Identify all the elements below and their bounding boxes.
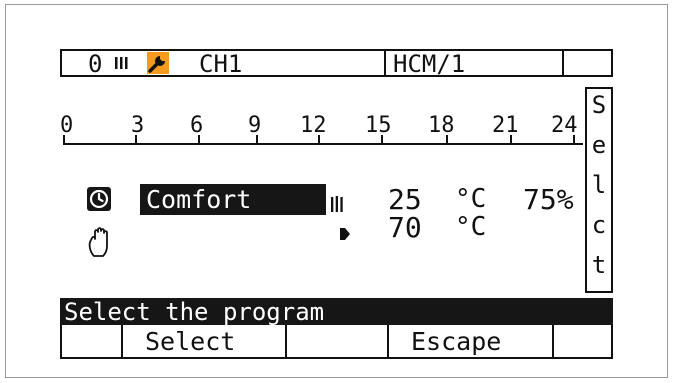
flow-arrow-icon <box>340 228 350 240</box>
wrench-icon <box>147 52 169 74</box>
scale-tick <box>381 135 383 144</box>
softkey-select-label: Select <box>145 327 236 356</box>
softkey-divider <box>552 325 554 359</box>
flow-temperature: 70 <box>388 211 422 244</box>
scale-tick <box>318 135 320 144</box>
scale-tick-label: 21 <box>492 113 519 138</box>
side-select-button[interactable]: S e l c t <box>585 87 613 293</box>
softkey-escape-button[interactable]: Escape <box>389 325 552 357</box>
scale-tick-label: 9 <box>248 113 262 138</box>
manual-hand-icon <box>88 227 108 257</box>
side-select-letter: t <box>591 251 607 279</box>
scale-tick-label: 6 <box>190 113 204 138</box>
header-divider <box>562 51 564 75</box>
radiator-icon <box>115 57 128 69</box>
room-temperature: 25 <box>388 183 422 216</box>
channel-label: CH1 <box>199 50 243 78</box>
header-divider <box>384 51 386 75</box>
scale-tick <box>573 135 575 144</box>
softkey-select-button[interactable]: Select <box>123 325 285 357</box>
scale-tick-label: 18 <box>428 113 455 138</box>
scale-tick <box>198 135 200 144</box>
side-select-letter: S <box>591 91 607 119</box>
side-select-letter: e <box>591 131 607 159</box>
lcd-screen: 0 CH1 HCM/1 0 3 6 9 12 15 18 21 24 S e l… <box>60 49 613 359</box>
mode-code: 0 <box>88 50 103 78</box>
header-bar: 0 CH1 HCM/1 <box>60 49 613 77</box>
scale-tick-label: 3 <box>131 113 145 138</box>
humidity-value: 75% <box>523 183 574 216</box>
program-selector[interactable]: Comfort <box>140 184 326 215</box>
scale-tick-label: 24 <box>551 113 578 138</box>
radiator-icon <box>331 196 343 212</box>
side-select-letter: l <box>591 171 607 199</box>
status-message: Select the program <box>64 298 325 326</box>
scale-tick <box>446 135 448 144</box>
scale-tick <box>510 135 512 144</box>
side-select-letter: c <box>591 211 607 239</box>
program-label: Comfort <box>146 185 252 214</box>
scale-tick-label: 15 <box>365 113 392 138</box>
clock-icon <box>87 187 111 211</box>
scale-tick <box>63 135 65 144</box>
scale-tick <box>256 135 258 144</box>
scale-tick-label: 12 <box>300 113 327 138</box>
softkey-divider <box>285 325 287 359</box>
timeline-axis <box>63 143 583 145</box>
flow-temperature-unit: °C <box>455 212 487 242</box>
scale-tick <box>135 135 137 144</box>
room-temperature-unit: °C <box>455 184 487 214</box>
softkey-escape-label: Escape <box>411 327 502 356</box>
scale-tick-label: 0 <box>60 113 74 138</box>
module-label: HCM/1 <box>393 50 466 78</box>
